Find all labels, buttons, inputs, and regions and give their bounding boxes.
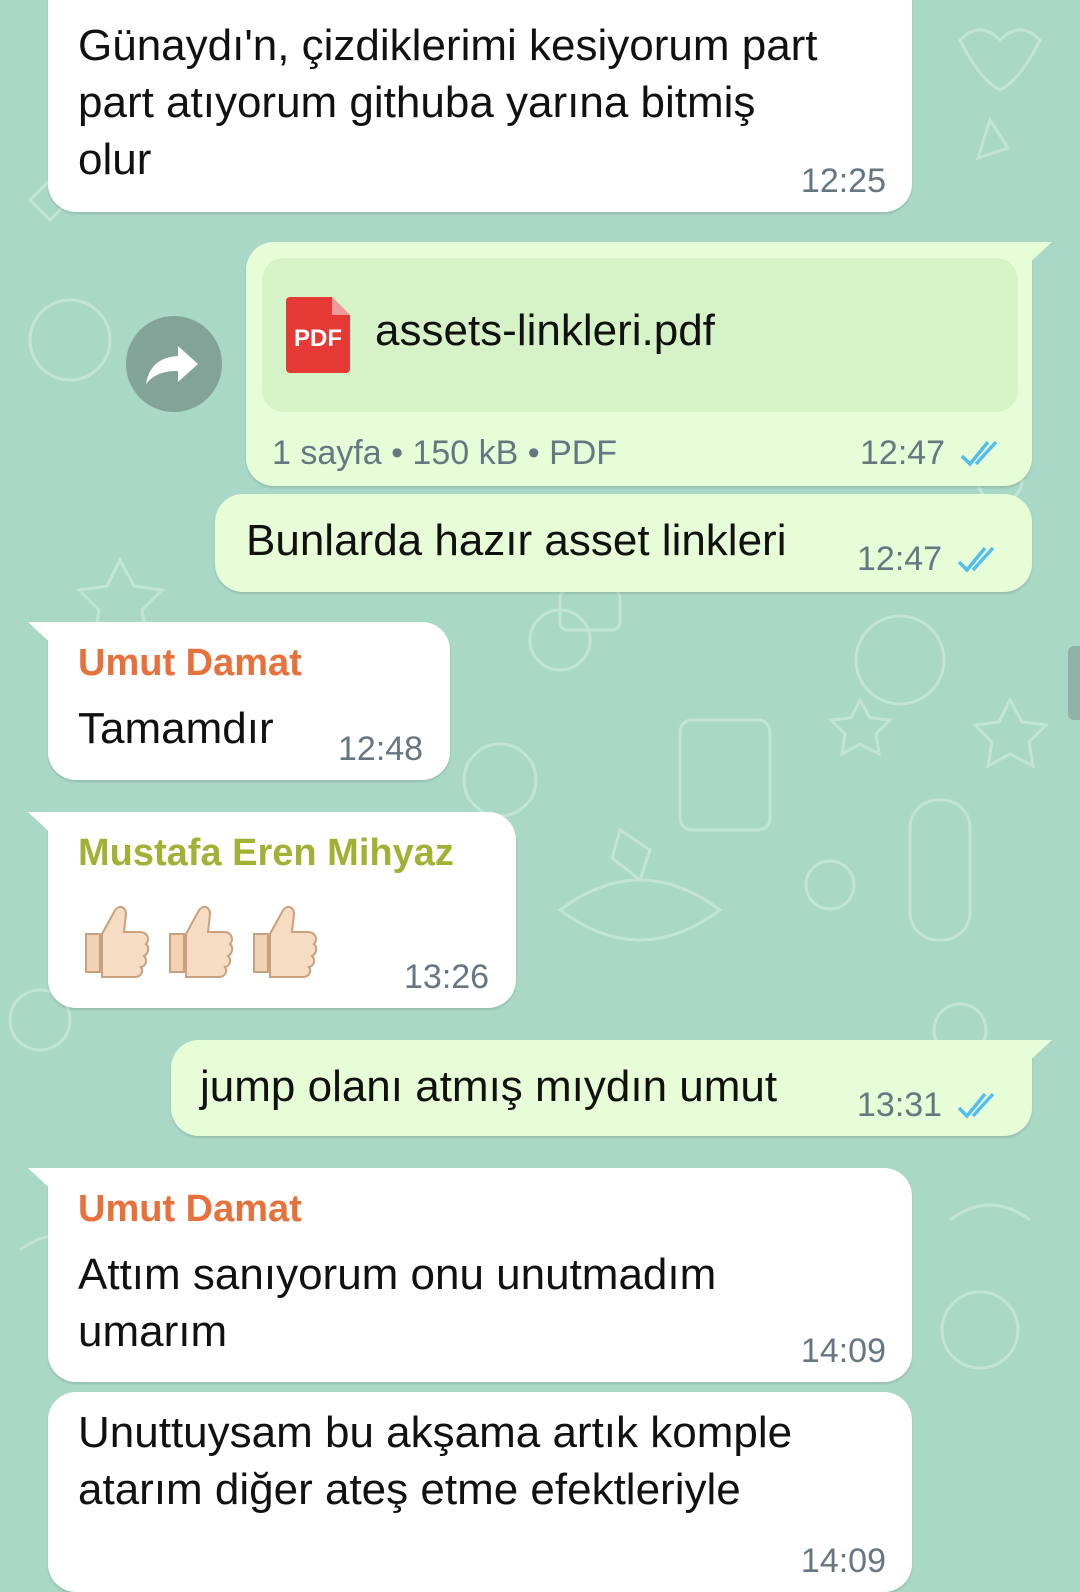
read-receipt-icon [957, 546, 995, 573]
message-text: umarım [78, 1307, 228, 1356]
message-text: Unuttuysam bu akşama artık komple [78, 1408, 793, 1457]
forward-button[interactable] [126, 316, 222, 412]
message-time: 13:31 [857, 1086, 943, 1124]
forward-icon [146, 346, 198, 384]
message-bubble-outgoing-document[interactable]: PDF assets-linkleri.pdf 1 sayfa • 150 kB… [246, 242, 1052, 486]
bubble-tail [28, 1168, 56, 1194]
thumbs-up-icon [169, 906, 234, 978]
message-text: Tamamdır [78, 704, 274, 753]
message-bubble-incoming[interactable]: Mustafa Eren Mihyaz 13:26 [28, 812, 516, 1008]
sender-name[interactable]: Mustafa Eren Mihyaz [78, 832, 454, 875]
message-text: olur [78, 135, 152, 184]
message-text: atarım diğer ateş etme efektleriyle [78, 1465, 741, 1514]
message-bubble-incoming[interactable]: Günaydı'n, çizdiklerimi kesiyorum part p… [48, 0, 912, 212]
thumbs-up-icon [253, 906, 318, 978]
document-file-name: assets-linkleri.pdf [375, 306, 715, 355]
document-card[interactable]: PDF assets-linkleri.pdf [262, 258, 1018, 412]
thumbs-up-icon [85, 906, 150, 978]
bubble-tail [28, 812, 56, 838]
message-bubble-incoming[interactable]: Unuttuysam bu akşama artık komple atarım… [48, 1392, 912, 1592]
message-time: 12:25 [800, 162, 886, 200]
read-receipt-icon [957, 1092, 995, 1119]
message-text: jump olanı atmış mıydın umut [200, 1062, 778, 1111]
message-time: 12:47 [857, 540, 943, 578]
document-meta: 1 sayfa • 150 kB • PDF [272, 434, 618, 472]
thumbs-up-emoji-row [85, 906, 318, 978]
message-time: 13:26 [404, 958, 490, 996]
message-time: 12:47 [860, 434, 946, 472]
message-text: Attım sanıyorum onu unutmadım [78, 1250, 717, 1299]
message-bubble-incoming[interactable]: Umut Damat Attım sanıyorum onu unutmadım… [28, 1168, 912, 1382]
sender-name[interactable]: Umut Damat [78, 642, 302, 685]
message-bubble-outgoing[interactable]: Bunlarda hazır asset linkleri 12:47 [215, 494, 1032, 592]
bubble-tail [1024, 242, 1052, 268]
message-time: 12:48 [338, 730, 424, 768]
message-bubble-incoming[interactable]: Umut Damat Tamamdır 12:48 [28, 622, 450, 780]
read-receipt-icon [960, 440, 998, 467]
scrollbar[interactable] [1068, 646, 1080, 720]
pdf-badge-label: PDF [294, 325, 342, 352]
message-time: 14:09 [800, 1332, 886, 1370]
message-text: Günaydı'n, çizdiklerimi kesiyorum part [78, 21, 818, 70]
bubble-tail [28, 622, 56, 648]
message-time: 14:09 [800, 1542, 886, 1580]
message-text: part atıyorum githuba yarına bitmiş [78, 78, 756, 127]
message-bubble-outgoing[interactable]: jump olanı atmış mıydın umut 13:31 [171, 1040, 1052, 1136]
bubble-tail [1024, 1040, 1052, 1066]
sender-name[interactable]: Umut Damat [78, 1188, 302, 1231]
message-text: Bunlarda hazır asset linkleri [246, 516, 787, 565]
